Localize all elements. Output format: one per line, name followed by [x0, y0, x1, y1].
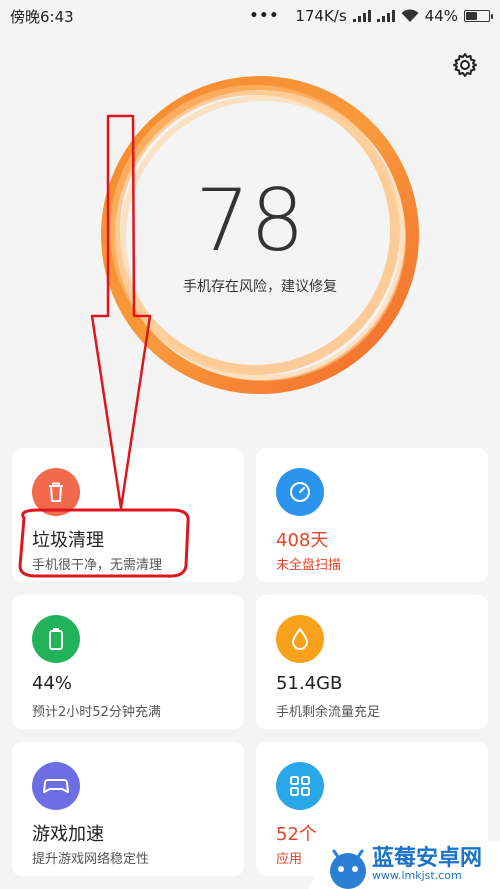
gamepad-icon [32, 762, 80, 810]
card-traffic-title: 51.4GB [276, 673, 343, 694]
score-value: 78 [195, 171, 305, 271]
battery-icon [32, 615, 80, 663]
signal-icon [352, 10, 371, 22]
card-apps-subtitle: 应用 [276, 852, 303, 867]
card-cleanup-subtitle: 手机很干净，无需清理 [32, 558, 163, 573]
grid-icon [276, 762, 324, 810]
battery-fill [466, 12, 477, 20]
card-cleanup-title: 垃圾清理 [32, 530, 104, 551]
network-speed: 174K/s [295, 7, 347, 25]
watermark-brand: 蓝莓安卓网 [372, 846, 483, 871]
signal-icon-2 [376, 10, 395, 22]
status-icons: ••• 174K/s 44% [249, 7, 493, 25]
card-virus-subtitle: 未全盘扫描 [276, 558, 342, 573]
card-virus-scan[interactable]: 408天 未全盘扫描 [256, 448, 488, 582]
card-traffic-subtitle: 手机剩余流量充足 [276, 705, 381, 720]
card-game-boost[interactable]: 游戏加速 提升游戏网络稳定性 [12, 742, 244, 876]
status-time: 傍晚6:43 [10, 7, 74, 26]
notification-dots: ••• [249, 8, 280, 24]
battery-icon [464, 10, 493, 22]
wifi-icon [401, 9, 419, 22]
drop-icon [276, 615, 324, 663]
card-cleanup[interactable]: 垃圾清理 手机很干净，无需清理 [12, 448, 244, 582]
card-battery-subtitle: 预计2小时52分钟充满 [32, 705, 161, 720]
speedometer-icon [276, 468, 324, 516]
card-traffic[interactable]: 51.4GB 手机剩余流量充足 [256, 595, 488, 729]
card-battery-title: 44% [32, 673, 73, 694]
status-bar: 傍晚6:43 ••• 174K/s 44% [0, 0, 500, 32]
card-battery[interactable]: 44% 预计2小时52分钟充满 [12, 595, 244, 729]
gear-icon[interactable] [452, 52, 478, 78]
card-game-subtitle: 提升游戏网络稳定性 [32, 852, 150, 867]
battery-percent: 44% [424, 7, 458, 25]
trash-icon [32, 468, 80, 516]
watermark-url: www.lmkjst.com [372, 869, 462, 882]
score-caption: 手机存在风险，建议修复 [183, 279, 337, 295]
card-virus-title: 408天 [276, 530, 329, 551]
card-game-title: 游戏加速 [32, 824, 104, 845]
